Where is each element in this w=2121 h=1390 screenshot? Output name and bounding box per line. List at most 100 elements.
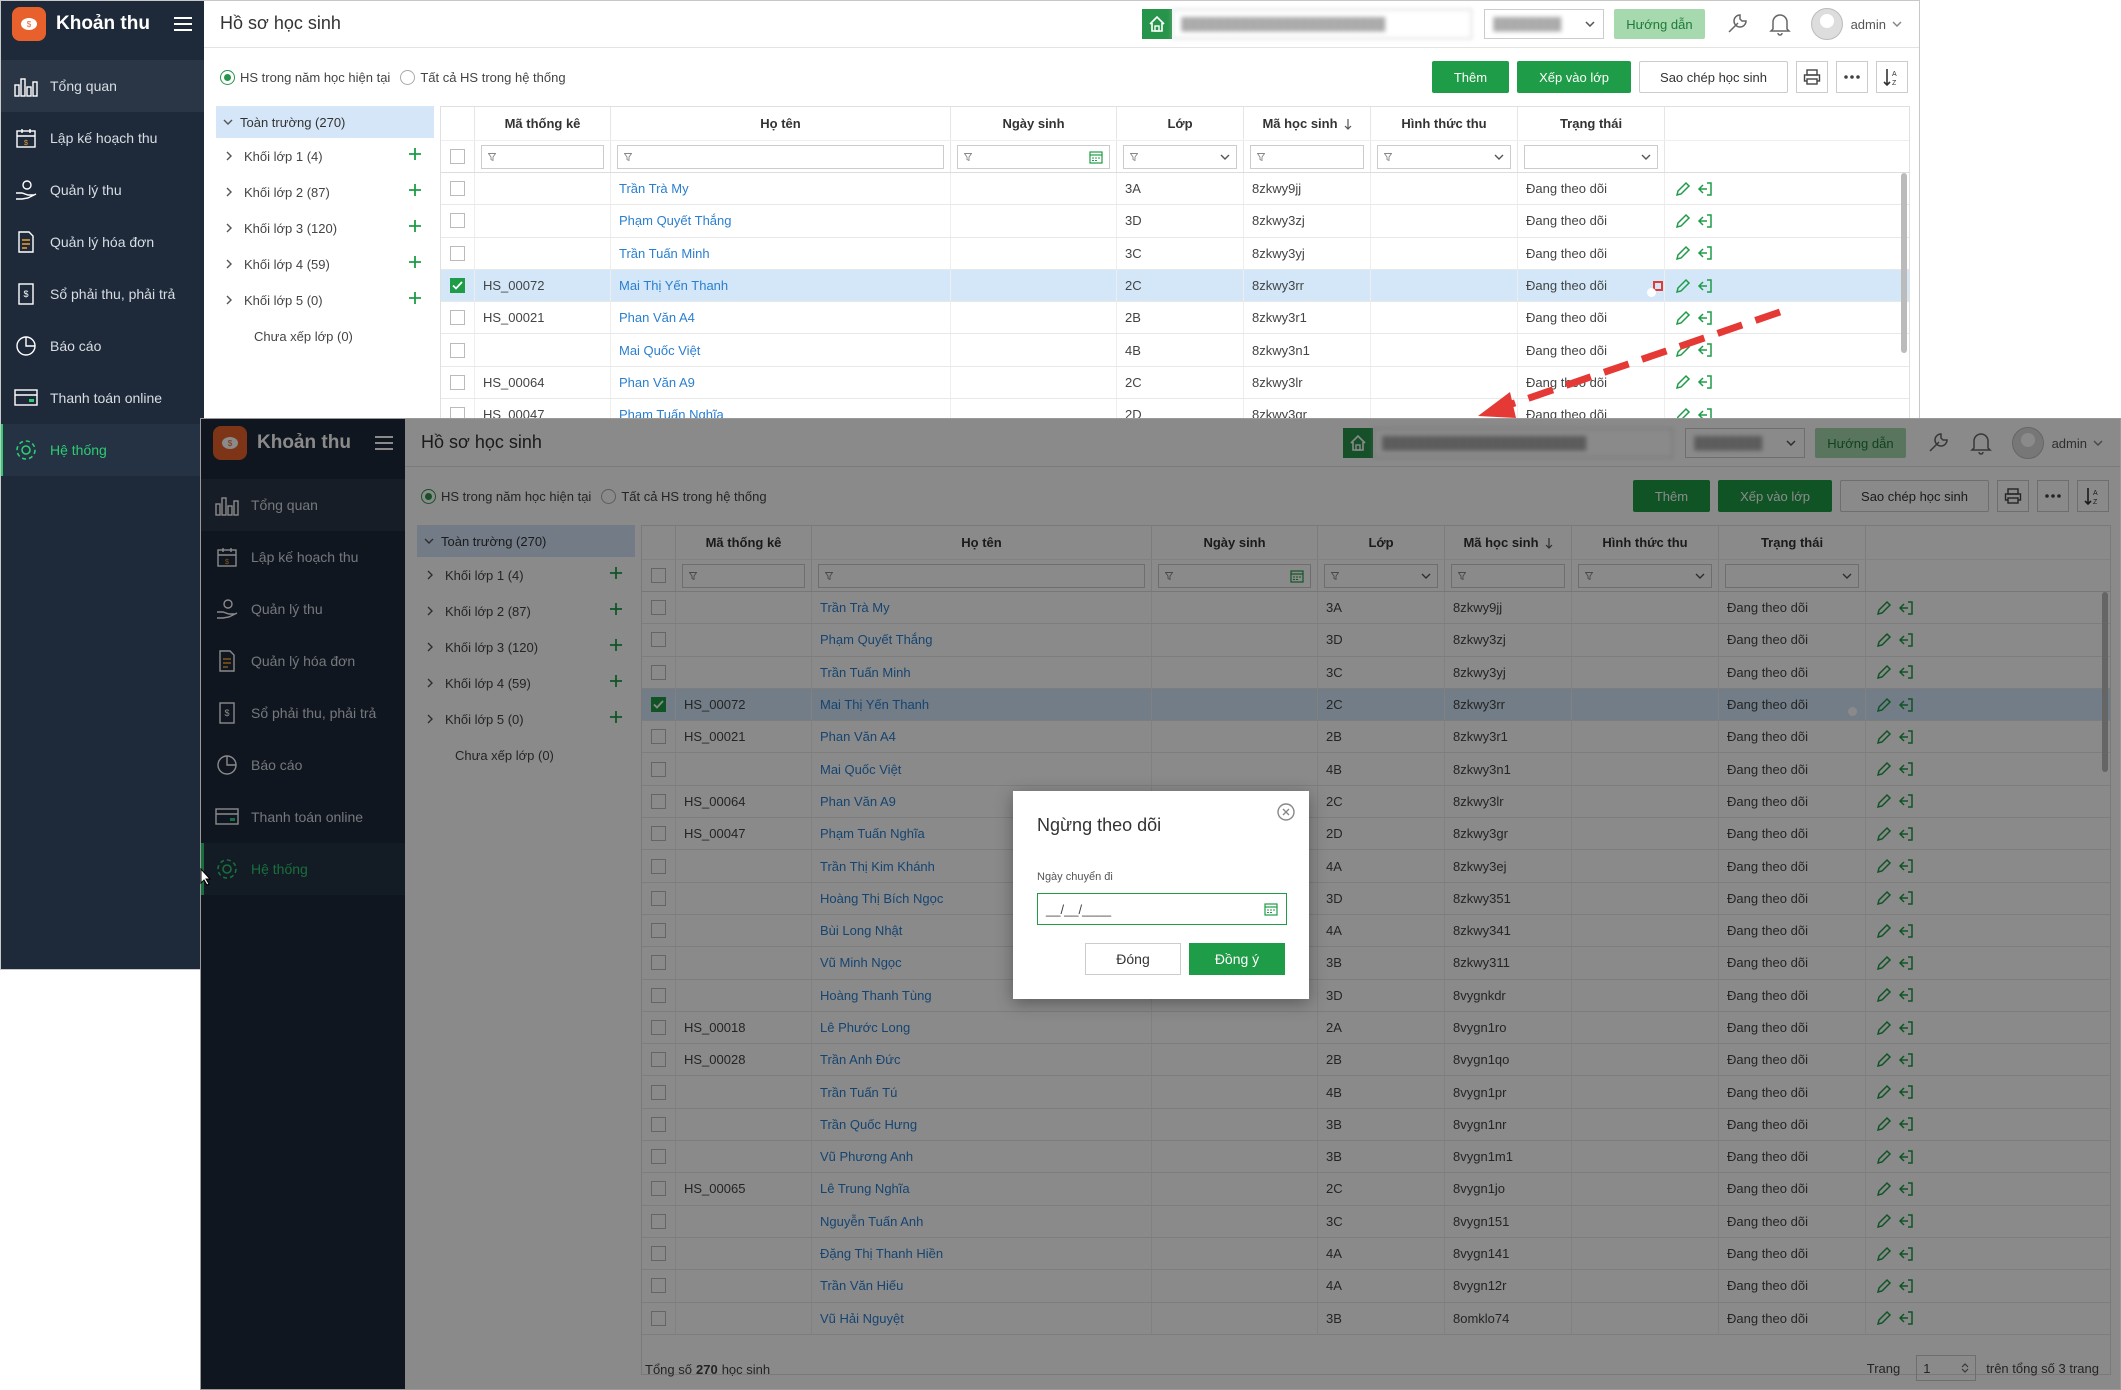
add-class-icon[interactable] xyxy=(408,183,422,197)
chevron-right-icon[interactable] xyxy=(224,222,234,234)
transfer-icon[interactable] xyxy=(1697,342,1719,358)
transfer-icon[interactable] xyxy=(1697,278,1719,294)
guide-button[interactable]: Hướng dẫn xyxy=(1614,9,1705,39)
row-checkbox[interactable] xyxy=(450,310,465,326)
transfer-icon[interactable] xyxy=(1697,374,1719,390)
column-header[interactable]: Mã thống kê xyxy=(475,107,611,140)
table-row[interactable]: HS_00072 Mai Thị Yến Thanh 2C 8zkwy3rr Đang … xyxy=(441,269,1909,303)
row-checkbox[interactable] xyxy=(450,181,465,197)
sidebar-item-2[interactable]: $ Lập kế hoạch thu xyxy=(1,112,204,164)
tree-node-unassigned[interactable]: Chưa xếp lớp (0) xyxy=(216,318,434,354)
sidebar-item-8[interactable]: Hệ thống xyxy=(1,424,204,476)
print-icon[interactable] xyxy=(1796,61,1828,93)
add-class-icon[interactable] xyxy=(408,255,422,269)
column-filter-input[interactable] xyxy=(617,145,944,169)
tools-icon[interactable] xyxy=(1725,12,1749,36)
select-all-checkbox[interactable] xyxy=(450,149,465,164)
student-name-link[interactable]: Mai Quốc Việt xyxy=(611,334,951,366)
column-header[interactable]: Họ tên xyxy=(611,107,951,140)
radio-all-students[interactable]: Tất cả HS trong hệ thống xyxy=(400,69,566,85)
status-toggle[interactable] xyxy=(1653,280,1663,291)
sidebar-item-6[interactable]: Báo cáo xyxy=(1,320,204,372)
student-name-link[interactable]: Phạm Quyết Thắng xyxy=(611,205,951,237)
assign-class-button[interactable]: Xếp vào lớp xyxy=(1517,61,1632,93)
hamburger-menu-icon[interactable] xyxy=(174,16,192,32)
edit-icon[interactable] xyxy=(1675,278,1697,294)
chevron-right-icon[interactable] xyxy=(224,258,234,270)
tree-node[interactable]: Khối lớp 3 (120) xyxy=(216,210,434,246)
transfer-icon[interactable] xyxy=(1697,245,1719,261)
column-header[interactable]: Hình thức thu xyxy=(1371,107,1518,140)
student-name-link[interactable]: Mai Thị Yến Thanh xyxy=(611,269,951,302)
sidebar-item-4[interactable]: Quản lý hóa đơn xyxy=(1,216,204,268)
edit-icon[interactable] xyxy=(1675,245,1697,261)
column-header[interactable]: Lớp xyxy=(1117,107,1244,140)
school-selector[interactable]: ████████████████████████ xyxy=(1172,9,1473,39)
column-header[interactable]: Mã học sinh xyxy=(1244,107,1371,140)
tree-node[interactable]: Khối lớp 1 (4) xyxy=(216,138,434,174)
column-header[interactable]: Trạng thái xyxy=(1518,107,1665,140)
transfer-icon[interactable] xyxy=(1697,310,1719,326)
chevron-down-icon[interactable] xyxy=(1494,154,1504,160)
column-filter-input[interactable] xyxy=(957,145,1110,169)
sort-arrow-icon[interactable] xyxy=(1344,118,1352,130)
calendar-icon[interactable] xyxy=(1264,902,1278,916)
column-header[interactable]: Ngày sinh xyxy=(951,107,1117,140)
table-row[interactable]: HS_00021 Phan Văn A4 2B 8zkwy3r1 Đang theo d… xyxy=(441,302,1909,335)
column-filter-input[interactable] xyxy=(1250,145,1364,169)
tree-node[interactable]: Khối lớp 4 (59) xyxy=(216,246,434,282)
edit-icon[interactable] xyxy=(1675,181,1697,197)
add-class-icon[interactable] xyxy=(408,147,422,161)
chevron-down-icon[interactable] xyxy=(1641,154,1651,160)
student-name-link[interactable]: Phan Văn A4 xyxy=(611,302,951,334)
column-filter-input[interactable] xyxy=(1377,145,1511,169)
column-filter-input[interactable] xyxy=(481,145,604,169)
table-row[interactable]: Phạm Quyết Thắng 3D 8zkwy3zj Đang theo dõi xyxy=(441,205,1909,238)
sort-icon[interactable]: AZ xyxy=(1876,61,1908,93)
app-logo[interactable]: $ Khoản thu xyxy=(1,1,204,48)
chevron-down-icon[interactable] xyxy=(1892,21,1902,27)
row-checkbox[interactable] xyxy=(450,278,465,294)
tree-root[interactable]: Toàn trường (270) xyxy=(216,106,434,138)
chevron-right-icon[interactable] xyxy=(224,294,234,306)
transfer-icon[interactable] xyxy=(1697,181,1719,197)
more-icon[interactable] xyxy=(1836,61,1868,93)
table-row[interactable]: Mai Quốc Việt 4B 8zkwy3n1 Đang theo dõi xyxy=(441,334,1909,367)
confirm-button[interactable]: Đồng ý xyxy=(1189,943,1285,975)
add-button[interactable]: Thêm xyxy=(1431,61,1510,93)
column-filter-input[interactable] xyxy=(1123,145,1237,169)
sidebar-item-3[interactable]: Quản lý thu xyxy=(1,164,204,216)
table-row[interactable]: Trần Trà My 3A 8zkwy9jj Đang theo dõi xyxy=(441,173,1909,206)
sidebar-item-7[interactable]: Thanh toán online xyxy=(1,372,204,424)
chevron-down-icon[interactable] xyxy=(1220,154,1230,160)
transfer-icon[interactable] xyxy=(1697,213,1719,229)
school-year-select[interactable]: ████████ xyxy=(1484,9,1605,39)
home-icon[interactable] xyxy=(1142,9,1173,39)
edit-icon[interactable] xyxy=(1675,213,1697,229)
sidebar-item-5[interactable]: $ Sổ phải thu, phải trả xyxy=(1,268,204,320)
tree-node[interactable]: Khối lớp 2 (87) xyxy=(216,174,434,210)
student-name-link[interactable]: Phan Văn A9 xyxy=(611,366,951,399)
student-name-link[interactable]: Trần Trà My xyxy=(611,173,951,205)
add-class-icon[interactable] xyxy=(408,291,422,305)
vertical-scrollbar[interactable] xyxy=(1901,173,1907,353)
table-row[interactable]: Trần Tuấn Minh 3C 8zkwy3yj Đang theo dõi xyxy=(441,237,1909,270)
chevron-right-icon[interactable] xyxy=(224,186,234,198)
avatar[interactable] xyxy=(1810,8,1843,40)
tree-node[interactable]: Khối lớp 5 (0) xyxy=(216,282,434,318)
edit-icon[interactable] xyxy=(1675,310,1697,326)
calendar-icon[interactable] xyxy=(1089,150,1103,164)
close-icon[interactable] xyxy=(1277,803,1295,821)
transfer-date-input[interactable]: __/__/____ xyxy=(1037,893,1287,925)
row-checkbox[interactable] xyxy=(450,374,465,390)
column-filter-input[interactable] xyxy=(1524,145,1658,169)
chevron-down-icon[interactable] xyxy=(222,116,234,128)
bell-icon[interactable] xyxy=(1768,12,1791,36)
copy-students-button[interactable]: Sao chép học sinh xyxy=(1639,61,1788,93)
add-class-icon[interactable] xyxy=(408,219,422,233)
row-checkbox[interactable] xyxy=(450,213,465,229)
radio-current-year[interactable]: HS trong năm học hiện tại xyxy=(220,69,390,85)
chevron-right-icon[interactable] xyxy=(224,150,234,162)
user-name[interactable]: admin xyxy=(1851,17,1886,32)
table-row[interactable]: HS_00064 Phan Văn A9 2C 8zkwy3lr Đang theo d… xyxy=(441,366,1909,400)
